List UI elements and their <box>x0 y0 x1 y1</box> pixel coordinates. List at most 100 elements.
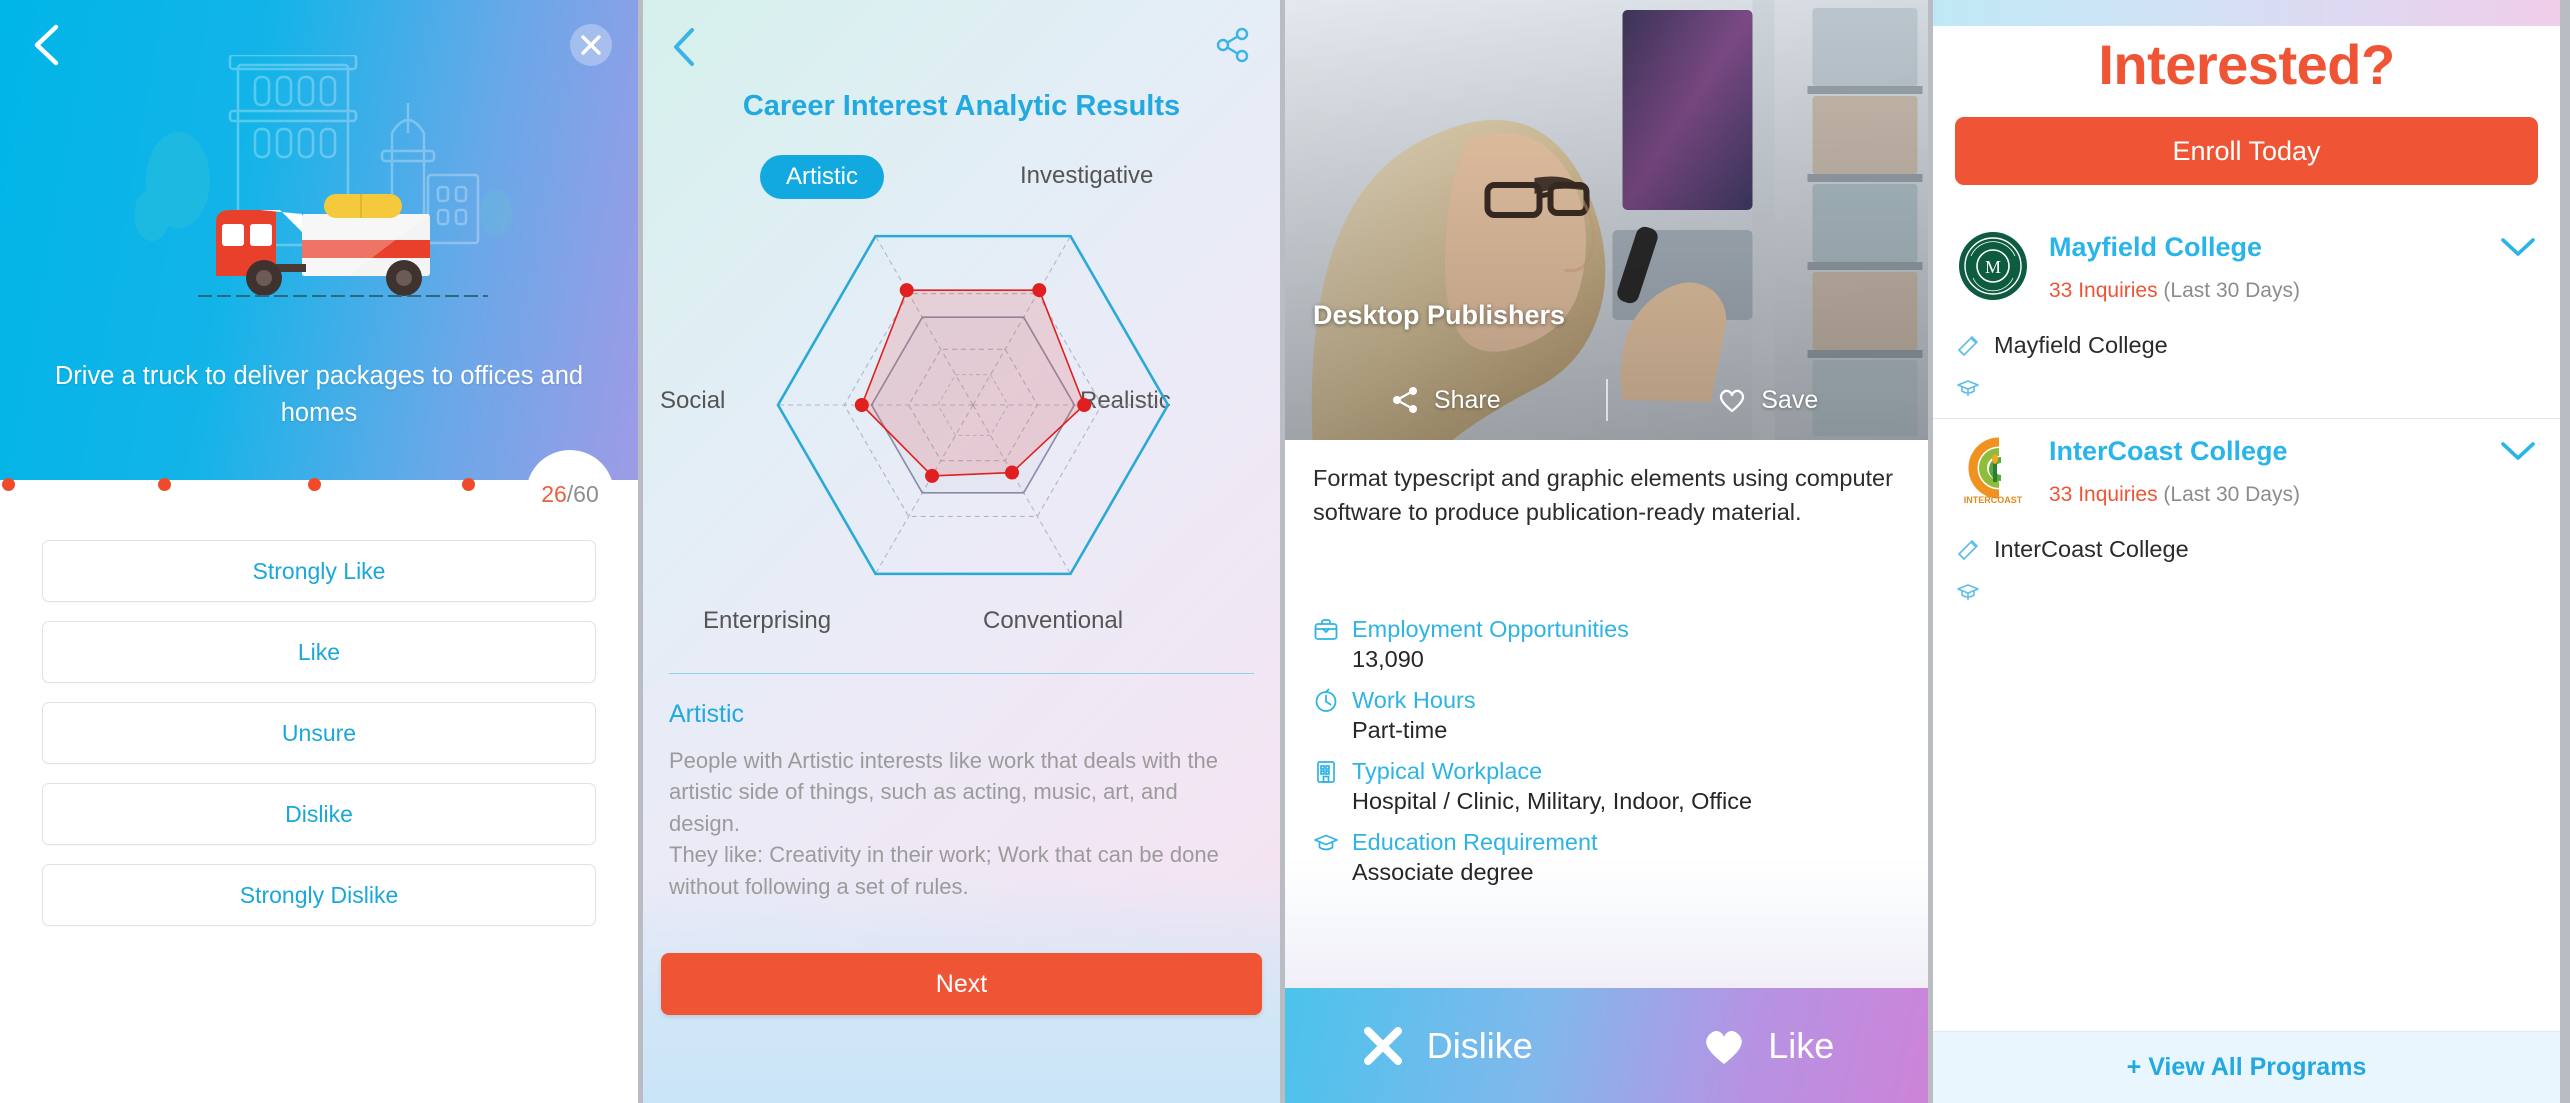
vote-bar: Dislike Like <box>1285 988 1928 1103</box>
panel-enrollment: Interested? Enroll Today M Mayfield Coll… <box>1933 0 2560 1103</box>
college-info: Mayfield College 33 Inquiries (Last 30 D… <box>2049 228 2480 303</box>
panel-career-card: Desktop Publishers Share Save Format typ… <box>1285 0 1933 1103</box>
college-name: Mayfield College <box>2049 232 2263 262</box>
detail-row[interactable]: Typical Workplace <box>1313 758 1900 785</box>
inquiries-period: (Last 30 Days) <box>2163 279 2300 302</box>
diploma-icon <box>1957 335 1979 356</box>
detail-row[interactable]: Education Requirement <box>1313 829 1900 856</box>
detail-row[interactable]: Work Hours <box>1313 687 1900 714</box>
answer-like[interactable]: Like <box>42 621 596 683</box>
expand-college-button[interactable] <box>2498 228 2538 268</box>
progress-dot <box>158 478 171 491</box>
progress-dot <box>462 478 475 491</box>
share-button[interactable]: Share <box>1285 385 1606 415</box>
answer-dislike[interactable]: Dislike <box>42 783 596 845</box>
share-label: Share <box>1433 385 1501 414</box>
detail-key: Work Hours <box>1352 687 1476 713</box>
share-button[interactable] <box>1214 26 1252 64</box>
view-all-programs-button[interactable]: + View All Programs <box>1933 1031 2560 1103</box>
college-divider <box>1933 418 2560 419</box>
section-divider <box>669 673 1254 674</box>
panel-analytic-results: Career Interest Analytic Results Artisti… <box>643 0 1285 1103</box>
detail-key: Education Requirement <box>1352 829 1598 855</box>
college-logo: M <box>1955 228 2031 304</box>
page-title: Career Interest Analytic Results <box>742 90 1181 122</box>
inquiries-count: 33 Inquiries <box>2049 483 2158 506</box>
graduation-cap-icon <box>1957 380 1979 396</box>
college-card-intercoast: INTERCOAST InterCoast College 33 Inquiri… <box>1933 432 2560 610</box>
chevron-down-icon <box>2501 238 2535 256</box>
detail-value: Part-time <box>1352 717 1448 743</box>
x-icon <box>1363 1026 1402 1065</box>
college-degree-row <box>1955 579 2538 610</box>
radar-chart <box>776 234 1170 576</box>
progress-dot <box>308 478 321 491</box>
close-button[interactable] <box>570 24 612 66</box>
program-name: Mayfield College <box>1994 332 2168 358</box>
progress-dot <box>2 478 15 491</box>
detail-value: Hospital / Clinic, Military, Indoor, Off… <box>1352 788 1753 814</box>
radar-axis-label-social: Social <box>660 387 726 414</box>
answer-unsure[interactable]: Unsure <box>42 702 596 764</box>
counter-current: 26 <box>541 480 567 507</box>
expand-college-button[interactable] <box>2498 432 2538 472</box>
question-caption: Drive a truck to deliver packages to off… <box>54 362 584 427</box>
share-icon <box>1392 387 1417 413</box>
graduation-cap-icon <box>1957 584 1979 600</box>
detail-value: Associate degree <box>1352 859 1534 885</box>
detail-row[interactable]: Employment Opportunities <box>1313 616 1900 643</box>
answer-strongly-like[interactable]: Strongly Like <box>42 540 596 602</box>
diploma-icon <box>1957 539 1979 560</box>
svg-text:INTERCOAST: INTERCOAST <box>1964 495 2023 505</box>
college-header[interactable]: M Mayfield College 33 Inquiries (Last 30… <box>1955 228 2538 304</box>
heart-filled-icon <box>1706 1030 1743 1064</box>
college-program-row[interactable]: Mayfield College <box>1955 332 2538 359</box>
like-button[interactable]: Like <box>1607 1022 1929 1070</box>
college-card-mayfield: M Mayfield College 33 Inquiries (Last 30… <box>1933 228 2560 406</box>
mayfield-college-seal-logo: M <box>1959 232 2027 300</box>
question-hero: Drive a truck to deliver packages to off… <box>0 0 638 480</box>
svg-text:M: M <box>1985 257 2001 277</box>
share-icon <box>1216 27 1249 63</box>
enroll-today-button[interactable]: Enroll Today <box>1955 117 2538 185</box>
inquiries-count: 33 Inquiries <box>2049 279 2158 302</box>
chevron-left-icon <box>34 24 59 66</box>
page-title: Interested? <box>2098 33 2395 96</box>
college-name: InterCoast College <box>2049 436 2288 466</box>
dislike-button[interactable]: Dislike <box>1285 1022 1607 1070</box>
close-icon <box>581 35 601 55</box>
college-inquiries: 33 Inquiries (Last 30 Days) <box>2049 483 2480 507</box>
heart-outline-icon <box>1720 389 1745 413</box>
enrollment-header: Interested? Enroll Today <box>1933 26 2560 209</box>
detail-value: 13,090 <box>1352 646 1424 672</box>
college-header[interactable]: INTERCOAST InterCoast College 33 Inquiri… <box>1955 432 2538 508</box>
chip-artistic[interactable]: Artistic <box>760 155 884 199</box>
answer-strongly-dislike[interactable]: Strongly Dislike <box>42 864 596 926</box>
college-inquiries: 33 Inquiries (Last 30 Days) <box>2049 279 2480 303</box>
job-title: Desktop Publishers <box>1313 300 1566 330</box>
save-button[interactable]: Save <box>1608 385 1929 415</box>
next-button[interactable]: Next <box>661 953 1262 1015</box>
like-label: Like <box>1768 1024 1835 1066</box>
clock-icon <box>1315 688 1337 712</box>
back-button[interactable] <box>30 22 64 68</box>
back-button[interactable] <box>669 26 699 68</box>
career-actions: Share Save <box>1285 372 1928 428</box>
college-program-row[interactable]: InterCoast College <box>1955 536 2538 563</box>
detail-key: Typical Workplace <box>1352 758 1543 784</box>
answer-options: Strongly Like Like Unsure Dislike Strong… <box>0 540 638 1103</box>
graduation-cap-icon <box>1314 834 1338 850</box>
delivery-truck-icon <box>198 194 488 297</box>
question-counter: 26/60 <box>526 450 614 538</box>
counter-total: /60 <box>566 480 599 507</box>
radar-axis-label-enterprising: Enterprising <box>703 607 832 634</box>
chevron-down-icon <box>2501 442 2535 460</box>
section-body: People with Artistic interests like work… <box>669 748 1219 899</box>
section-title: Artistic <box>669 700 744 728</box>
panel-top-gradient <box>1933 0 2560 26</box>
save-label: Save <box>1761 385 1819 414</box>
radar-axis-label-conventional: Conventional <box>983 607 1124 634</box>
detail-key: Employment Opportunities <box>1352 616 1629 642</box>
college-info: InterCoast College 33 Inquiries (Last 30… <box>2049 432 2480 507</box>
career-description: Format typescript and graphic elements u… <box>1285 440 1928 592</box>
